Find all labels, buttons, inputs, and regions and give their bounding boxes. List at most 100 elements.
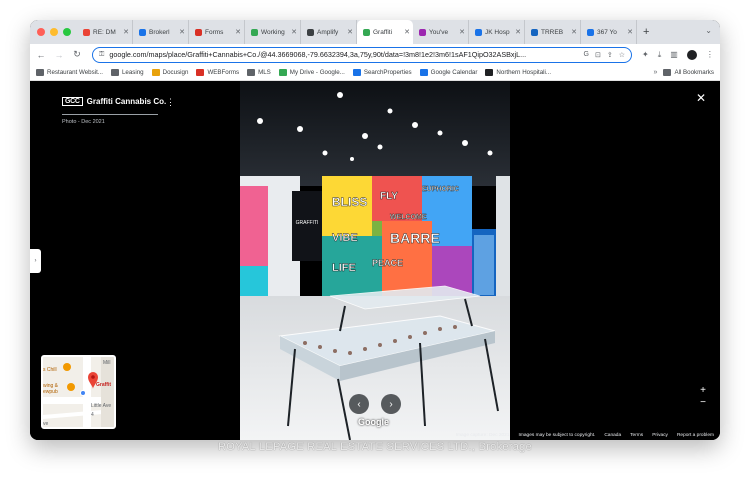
address-bar[interactable]: ⚿ google.com/maps/place/Graffiti+Cannabi…: [92, 46, 632, 63]
tab-close-icon[interactable]: ✕: [459, 28, 465, 36]
minimap[interactable]: Mill s Chill wing & ewpub Graffit Little…: [41, 355, 116, 429]
tab-close-icon[interactable]: ✕: [179, 28, 185, 36]
graffiti-word-7: PEACE: [372, 258, 403, 268]
footer-link[interactable]: Privacy: [652, 433, 668, 438]
tab-search-icon[interactable]: ⌄: [705, 26, 712, 35]
bookmark-favicon-icon: [110, 69, 119, 76]
tab-favicon-icon: [139, 28, 146, 36]
tab-title: TRREB: [541, 28, 564, 36]
tab-title: RE: DM: [93, 28, 116, 36]
maps-photo-viewer: GCC Graffiti Cannabis Co. ⋮ Photo - Dec …: [30, 81, 720, 440]
expand-panel-button[interactable]: ›: [30, 249, 41, 273]
share-icon[interactable]: ⇪: [607, 51, 613, 59]
profile-avatar[interactable]: [686, 49, 697, 60]
bookmark-favicon-icon: [419, 69, 428, 76]
bookmark-star-icon[interactable]: ☆: [619, 51, 625, 59]
place-logo: GCC: [62, 97, 83, 106]
bookmarks-overflow-button[interactable]: »: [654, 69, 658, 76]
browser-tab[interactable]: Graffiti ✕: [357, 20, 413, 44]
browser-tab[interactable]: JK Hosp ✕: [469, 20, 525, 44]
tab-title: You've: [429, 28, 449, 36]
zoom-out-button[interactable]: −: [700, 397, 706, 409]
extensions-icon[interactable]: ✦: [642, 50, 649, 59]
minimize-window-button[interactable]: [50, 28, 58, 36]
bookmark-label: Restaurant Websit...: [47, 69, 103, 76]
bookmark-item[interactable]: Google Calendar: [419, 69, 477, 76]
maximize-window-button[interactable]: [63, 28, 71, 36]
all-bookmarks-button[interactable]: All Bookmarks: [663, 69, 714, 76]
next-photo-button[interactable]: ›: [381, 394, 401, 414]
tab-title: 367 Yo: [597, 28, 617, 36]
minimap-label: 4: [91, 412, 94, 418]
reload-icon[interactable]: ↻: [70, 49, 84, 60]
tab-favicon-icon: [251, 28, 258, 36]
zoom-in-button[interactable]: +: [700, 385, 706, 397]
bookmark-item[interactable]: My Drive - Google...: [278, 69, 345, 76]
map-footer: Image capture: Dec 2021 Images may be sub…: [456, 433, 714, 438]
side-panel-icon[interactable]: ▥: [670, 50, 678, 59]
bookmark-favicon-icon: [196, 69, 205, 76]
tab-close-icon[interactable]: ✕: [571, 28, 577, 36]
bookmark-label: SearchProperties: [363, 69, 412, 76]
new-tab-button[interactable]: +: [643, 26, 649, 38]
minimap-label: Graffit: [96, 382, 111, 388]
browser-tab[interactable]: TRREB ✕: [525, 20, 581, 44]
browser-tab[interactable]: Amplify ✕: [301, 20, 357, 44]
bookmark-item[interactable]: Northern Hospitali...: [485, 69, 551, 76]
tab-close-icon[interactable]: ✕: [515, 28, 521, 36]
close-icon[interactable]: ✕: [696, 91, 706, 105]
tab-close-icon[interactable]: ✕: [404, 28, 410, 36]
browser-tab[interactable]: Working ✕: [245, 20, 301, 44]
tab-title: Amplify: [317, 28, 339, 36]
tab-close-icon[interactable]: ✕: [347, 28, 353, 36]
footer-notice: Images may be subject to copyright.: [518, 433, 596, 438]
tab-favicon-icon: [531, 28, 538, 36]
chrome-menu-icon[interactable]: ⋮: [706, 50, 714, 59]
tab-close-icon[interactable]: ✕: [235, 28, 241, 36]
bookmark-item[interactable]: Docusign: [151, 69, 188, 76]
tab-close-icon[interactable]: ✕: [291, 28, 297, 36]
minimap-label: s Chill: [43, 367, 57, 373]
bookmark-label: Northern Hospitali...: [496, 69, 552, 76]
minimap-label: ewpub: [43, 389, 58, 395]
footer-link[interactable]: Report a problem: [677, 433, 714, 438]
tab-close-icon[interactable]: ✕: [627, 28, 633, 36]
graffiti-word-3: WELCOME: [390, 214, 427, 221]
more-options-icon[interactable]: ⋮: [166, 97, 175, 108]
download-icon[interactable]: ⤓: [658, 50, 662, 60]
graffiti-word-4: VIBE: [332, 232, 358, 244]
back-icon[interactable]: ←: [34, 50, 48, 60]
install-app-icon[interactable]: ⊡: [595, 51, 601, 59]
bookmark-item[interactable]: WEBForms: [196, 69, 239, 76]
bookmarks-bar: Restaurant Websit... Leasing Docusign WEBFo…: [30, 65, 720, 81]
footer-link[interactable]: Terms: [630, 433, 643, 438]
close-window-button[interactable]: [37, 28, 45, 36]
place-header[interactable]: GCC Graffiti Cannabis Co.: [62, 97, 166, 106]
google-lens-icon[interactable]: G: [584, 51, 589, 58]
bookmark-item[interactable]: Leasing: [110, 69, 144, 76]
minimap-label: ve: [43, 421, 49, 427]
browser-tab[interactable]: Brokerl ✕: [133, 20, 189, 44]
tab-favicon-icon: [475, 28, 482, 36]
store-interior-photo[interactable]: GRAFFITI BLISS FLY WELCOME VIBE BARRE LI…: [240, 81, 510, 440]
browser-tab[interactable]: RE: DM ✕: [77, 20, 133, 44]
url-text[interactable]: google.com/maps/place/Graffiti+Cannabis+…: [109, 50, 577, 59]
browser-tab[interactable]: 367 Yo ✕: [581, 20, 637, 44]
tab-favicon-icon: [195, 28, 202, 36]
tab-close-icon[interactable]: ✕: [123, 28, 129, 36]
footer-link[interactable]: Canada: [604, 433, 621, 438]
bookmark-item[interactable]: MLS: [247, 69, 271, 76]
browser-tab[interactable]: You've ✕: [413, 20, 469, 44]
bookmark-item[interactable]: SearchProperties: [352, 69, 412, 76]
browser-tab[interactable]: Forms ✕: [189, 20, 245, 44]
previous-photo-button[interactable]: ‹: [349, 394, 369, 414]
store-interior-illustration: GRAFFITI BLISS FLY WELCOME VIBE BARRE LI…: [240, 81, 510, 440]
forward-icon[interactable]: →: [52, 50, 66, 60]
all-bookmarks-label: All Bookmarks: [674, 69, 714, 76]
site-info-icon[interactable]: ⚿: [99, 51, 104, 59]
window-controls: [37, 28, 71, 36]
bookmark-list: Restaurant Websit... Leasing Docusign WEBFo…: [36, 69, 559, 76]
tab-title: Working: [261, 28, 285, 36]
bookmark-item[interactable]: Restaurant Websit...: [36, 69, 103, 76]
bookmark-favicon-icon: [278, 69, 287, 76]
